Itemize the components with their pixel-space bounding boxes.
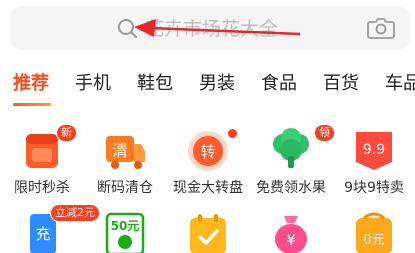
coupon-icon-text: 50元	[111, 219, 140, 233]
tab-household[interactable]: 百货	[323, 66, 359, 102]
grid-item-free-fruit[interactable]: 领 免费领水果	[249, 124, 335, 203]
clearance-icon-text: 清	[112, 141, 128, 160]
category-tabs: 推荐 手机 鞋包 男装 食品 百货 车品	[0, 66, 415, 106]
grid-item-check-in[interactable]	[166, 210, 248, 253]
grid-item-phone-recharge[interactable]: 充 立减2元	[0, 204, 100, 253]
grid-item-label: 9块9特卖	[344, 180, 404, 196]
grid-item-clearance[interactable]: 清 断码清仓	[83, 128, 165, 203]
tab-phones[interactable]: 手机	[75, 66, 111, 102]
money-bag-icon: ¥	[275, 216, 307, 253]
spin-wheel-icon: 转	[188, 131, 228, 171]
calendar-checkin-icon	[190, 214, 226, 253]
search-placeholder: 花卉市场花大全	[145, 18, 279, 40]
grid-item-flash-sale[interactable]: 新 限时秒杀	[0, 124, 82, 203]
zero-yuan-icon-text: 0元	[363, 233, 384, 248]
clearance-truck-icon: 清	[106, 136, 145, 169]
money-bag-icon-text: ¥	[286, 231, 296, 249]
notification-dot	[227, 128, 238, 139]
tab-menswear[interactable]: 男装	[199, 66, 235, 102]
camera-icon[interactable]	[366, 14, 396, 42]
tab-shoes-bags[interactable]: 鞋包	[137, 66, 173, 102]
search-bar[interactable]: 花卉市场花大全	[10, 6, 410, 50]
price-tag-icon-text: 9.9	[363, 142, 385, 158]
tab-car-goods[interactable]: 车品	[385, 66, 415, 102]
zero-yuan-icon: 0元	[356, 212, 392, 253]
grid-item-wechat-coupon[interactable]: 50元	[83, 210, 165, 253]
wheel-icon-text: 转	[200, 143, 215, 161]
price-tag-icon: 9.9	[356, 132, 392, 170]
tab-underline	[13, 103, 51, 106]
grid-item-money-bag[interactable]: ¥	[249, 210, 331, 253]
tab-food[interactable]: 食品	[261, 66, 297, 102]
app-screen: 花卉市场花大全 推荐 手机 鞋包 男装 食品 百货 车品 新 限时秒杀 清 断码…	[0, 0, 415, 253]
grid-item-cash-wheel[interactable]: 转 现金大转盘	[166, 128, 248, 203]
tab-recommend[interactable]: 推荐	[13, 66, 49, 102]
new-badge: 新	[56, 124, 77, 142]
broccoli-icon	[273, 128, 309, 168]
search-icon	[118, 19, 138, 39]
recharge-icon-text: 充	[35, 225, 50, 243]
grid-item-zero-yuan[interactable]: 0元	[332, 210, 414, 253]
grid-item-nine-nine-sale[interactable]: 9.9 9块9特卖	[332, 128, 414, 203]
wechat-coupon-icon: 50元	[105, 212, 145, 253]
